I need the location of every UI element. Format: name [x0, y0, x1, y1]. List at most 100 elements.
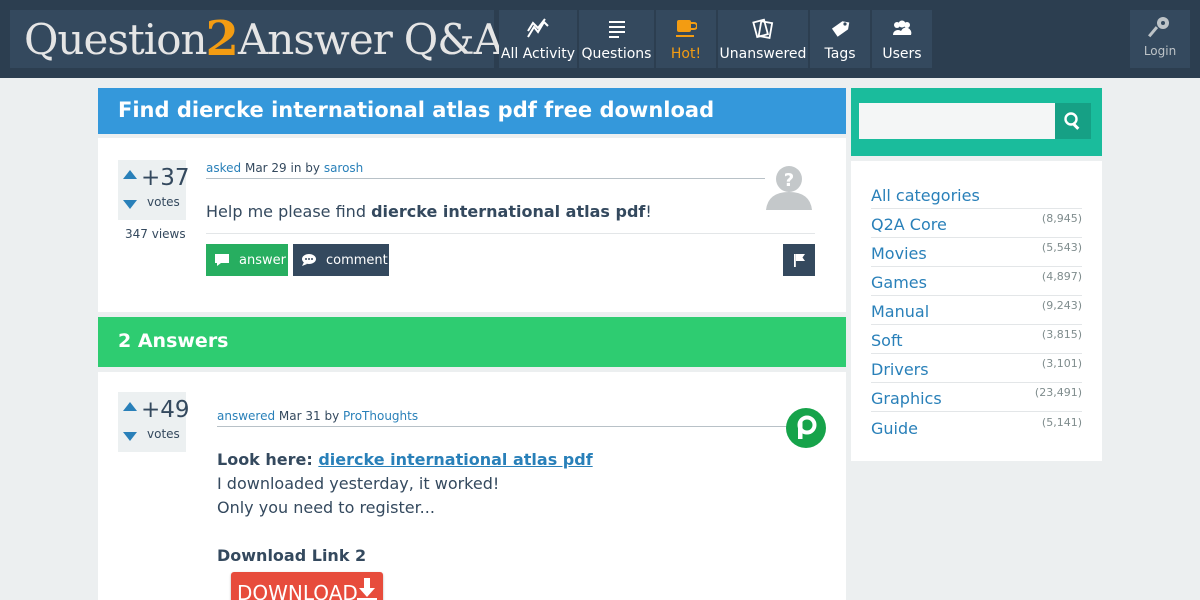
category-name[interactable]: Manual [871, 302, 929, 321]
avatar-placeholder: ? [766, 166, 812, 210]
category-name[interactable]: Drivers [871, 360, 929, 379]
category-name[interactable]: Movies [871, 244, 927, 263]
category-item-guide[interactable]: Guide (5,141) [871, 412, 1082, 441]
votes-label: votes [147, 195, 180, 209]
nav-all-activity[interactable]: All Activity [499, 10, 577, 68]
vote-count: +49 [141, 397, 190, 423]
comment-bubble-icon [302, 254, 316, 266]
vote-count: +37 [141, 165, 190, 191]
category-name[interactable]: Soft [871, 331, 903, 350]
nav-label: Questions [581, 46, 652, 62]
answered-link[interactable]: answered [217, 409, 275, 423]
nav-questions[interactable]: Questions [579, 10, 654, 68]
logo-text-question: Question [24, 14, 208, 64]
meta-in-by: in by [286, 161, 324, 175]
answer-line-2: I downloaded yesterday, it worked! [217, 474, 500, 493]
nav-label: All Activity [500, 46, 576, 62]
activity-icon [527, 18, 549, 38]
category-item-soft[interactable]: Soft (3,815) [871, 325, 1082, 354]
nav-label: Users [882, 46, 922, 62]
category-name[interactable]: Graphics [871, 389, 942, 408]
logo-text-answer: Answer [237, 14, 393, 64]
nav-hot[interactable]: Hot! [656, 10, 716, 68]
question-title[interactable]: Find diercke international atlas pdf fre… [98, 88, 846, 134]
flag-icon [794, 254, 805, 267]
category-item-manual[interactable]: Manual (9,243) [871, 296, 1082, 325]
comment-button-label: comment [326, 252, 388, 268]
body-divider [206, 233, 815, 234]
answered-date: Mar 31 [278, 409, 321, 423]
answer-line-3: Only you need to register... [217, 498, 435, 517]
logo-text-qa: Q&A [403, 14, 504, 64]
question-panel: +37 votes 347 views asked Mar 29 in by s… [98, 138, 846, 312]
key-icon [1148, 17, 1169, 38]
nav-label: Tags [824, 46, 856, 62]
meta-divider [206, 178, 765, 179]
question-meta: asked Mar 29 in by sarosh [206, 161, 363, 175]
nav-tags[interactable]: Tags [810, 10, 870, 68]
nav-users[interactable]: Users [872, 10, 932, 68]
site-logo[interactable]: Question 2 Answer Q&A [10, 10, 504, 68]
list-icon [608, 21, 625, 38]
asked-date: Mar 29 [244, 161, 287, 175]
login-button[interactable]: Login [1130, 10, 1190, 68]
category-name[interactable]: Games [871, 273, 927, 292]
users-icon [893, 20, 912, 35]
answer-button-label: answer [239, 252, 286, 268]
download-button[interactable]: DOWNLOAD [231, 572, 383, 600]
body-prefix: Help me please find [206, 202, 372, 221]
author-link[interactable]: sarosh [324, 161, 363, 175]
atlas-download-link[interactable]: diercke international atlas pdf [318, 450, 592, 469]
category-item-drivers[interactable]: Drivers (3,101) [871, 354, 1082, 383]
search-panel [851, 88, 1102, 156]
asked-link[interactable]: asked [206, 161, 241, 175]
vote-down-icon[interactable] [123, 432, 137, 441]
category-item-movies[interactable]: Movies (5,543) [871, 238, 1082, 267]
vote-up-icon[interactable] [123, 170, 137, 179]
nav-label: Unanswered [719, 46, 807, 62]
category-item-graphics[interactable]: Graphics (23,491) [871, 383, 1082, 412]
category-name[interactable]: Guide [871, 419, 918, 438]
answers-heading: 2 Answers [98, 317, 846, 367]
answer-panel: +49 votes answered Mar 31 by ProThoughts… [98, 372, 846, 600]
answer-button[interactable]: answer [206, 244, 288, 276]
category-count: (23,491) [1034, 386, 1082, 399]
category-count: (4,897) [1041, 270, 1082, 283]
category-item-games[interactable]: Games (4,897) [871, 267, 1082, 296]
tag-icon [831, 21, 850, 37]
answerer-avatar[interactable] [786, 408, 826, 448]
category-count: (3,101) [1041, 357, 1082, 370]
download-arrow-icon [357, 578, 377, 600]
category-item-q2a-core[interactable]: Q2A Core (8,945) [871, 209, 1082, 238]
category-list: All categories Q2A Core (8,945) Movies (… [851, 161, 1102, 461]
login-label: Login [1143, 44, 1177, 58]
answerer-link[interactable]: ProThoughts [343, 409, 418, 423]
download-link-heading: Download Link 2 [217, 546, 367, 565]
question-vote-box: +37 votes [118, 160, 190, 220]
category-name[interactable]: Q2A Core [871, 215, 947, 234]
nav-unanswered[interactable]: Unanswered [718, 10, 808, 68]
logo-text-2: 2 [205, 11, 239, 67]
category-count: (8,945) [1041, 212, 1082, 225]
flag-button[interactable] [783, 244, 815, 276]
download-button-label: DOWNLOAD [237, 581, 358, 600]
category-count: (5,543) [1041, 241, 1082, 254]
cards-icon [752, 18, 774, 39]
category-name[interactable]: All categories [871, 186, 980, 205]
comment-button[interactable]: comment [293, 244, 389, 276]
answer-vote-box: +49 votes [118, 392, 190, 452]
vote-down-icon[interactable] [123, 200, 137, 209]
category-count: (5,141) [1041, 416, 1082, 429]
nav-label: Hot! [670, 46, 702, 62]
meta-by: by [320, 409, 343, 423]
category-count: (3,815) [1041, 328, 1082, 341]
search-button[interactable] [1055, 103, 1091, 139]
svg-text:?: ? [784, 170, 794, 191]
search-input[interactable] [859, 103, 1055, 139]
search-icon [1064, 112, 1080, 130]
answer-meta: answered Mar 31 by ProThoughts [217, 409, 418, 423]
category-item-all[interactable]: All categories [871, 180, 1082, 209]
top-bar: Question 2 Answer Q&A All Activity Question… [0, 0, 1200, 78]
vote-up-icon[interactable] [123, 402, 137, 411]
body-suffix: ! [645, 202, 652, 221]
